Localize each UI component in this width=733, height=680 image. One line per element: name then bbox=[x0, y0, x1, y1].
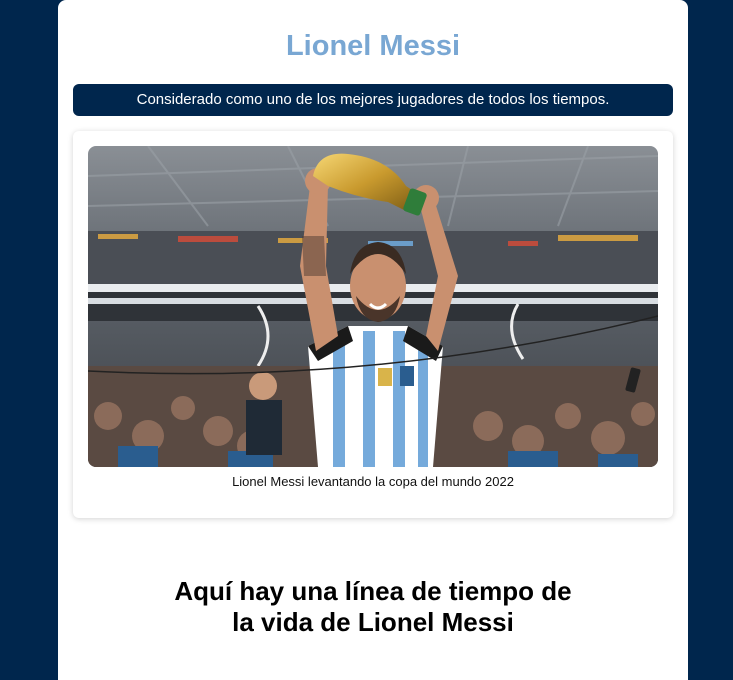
messi-world-cup-photo bbox=[88, 146, 658, 467]
timeline-heading-line1: Aquí hay una línea de tiempo de bbox=[174, 576, 572, 606]
page-title: Lionel Messi bbox=[285, 30, 461, 62]
timeline-heading: Aquí hay una línea de tiempo de la vida … bbox=[58, 576, 688, 638]
photo-card: Lionel Messi levantando la copa del mund… bbox=[73, 131, 673, 518]
main-content: Lionel Messi Considerado como uno de los… bbox=[58, 0, 688, 680]
subtitle-banner: Considerado como uno de los mejores juga… bbox=[73, 84, 673, 116]
timeline-heading-line2: la vida de Lionel Messi bbox=[232, 607, 514, 637]
photo-caption: Lionel Messi levantando la copa del mund… bbox=[232, 474, 514, 489]
